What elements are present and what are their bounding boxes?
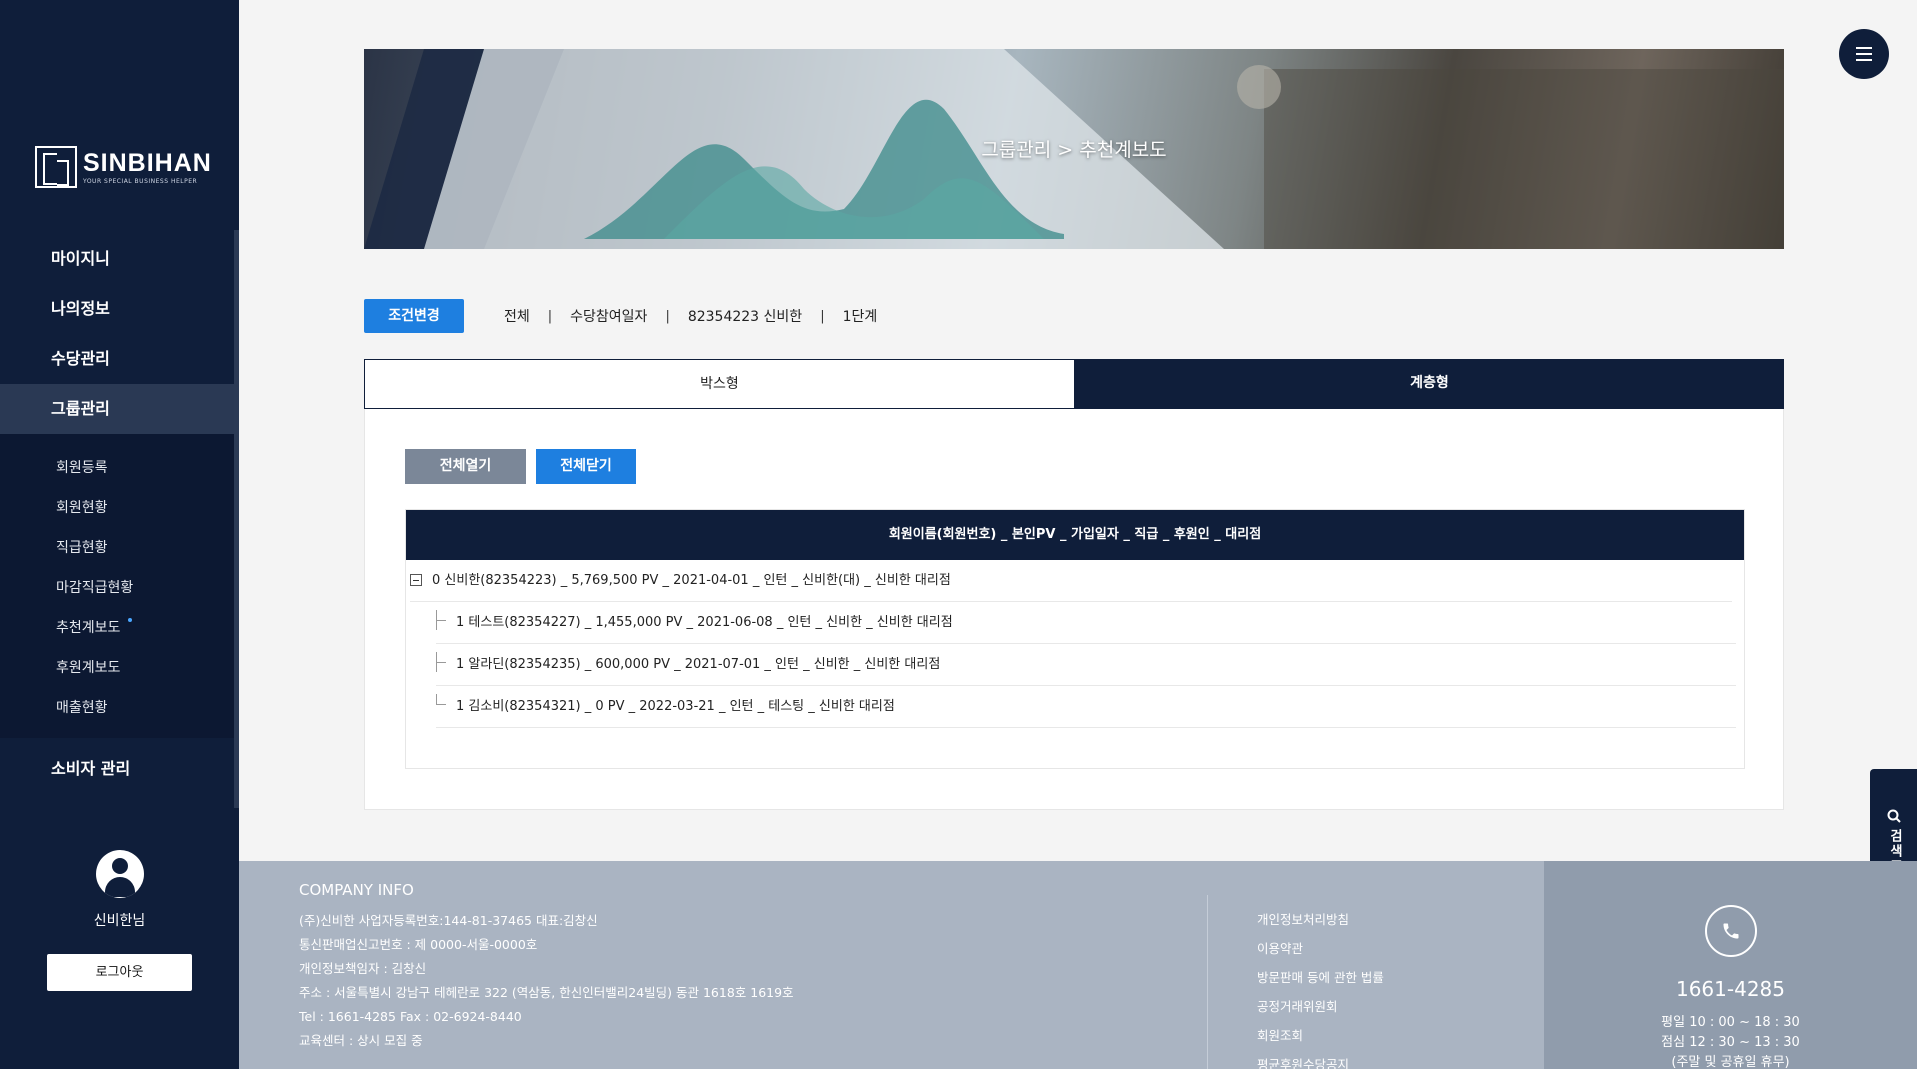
active-dot-icon [128, 618, 132, 622]
privacy-policy-link[interactable]: 개인정보처리방침 [1257, 905, 1384, 934]
member-lookup-link[interactable]: 회원조회 [1257, 1021, 1384, 1050]
logout-button[interactable]: 로그아웃 [47, 954, 192, 991]
submenu-rank-status[interactable]: 직급현황 [0, 528, 234, 568]
tree-row[interactable]: 1 알라딘(82354235) _ 600,000 PV _ 2021-07-0… [436, 644, 1736, 686]
submenu-sponsor-tree[interactable]: 후원계보도 [0, 648, 234, 688]
submenu-sales-status[interactable]: 매출현황 [0, 688, 234, 728]
footer-links: 개인정보처리방침 이용약관 방문판매 등에 관한 법률 공정거래위원회 회원조회… [1257, 905, 1384, 1069]
company-info: COMPANY INFO (주)신비한 사업자등록번호:144-81-37465… [299, 881, 794, 1053]
phone-icon [1704, 905, 1757, 957]
member-tree: 회원이름(회원번호) _ 본인PV _ 가입일자 _ 직급 _ 후원인 _ 대리… [405, 509, 1745, 769]
view-tabs: 박스형 계층형 [364, 359, 1784, 409]
filter-scope: 전체 [504, 309, 530, 325]
terms-link[interactable]: 이용약관 [1257, 934, 1384, 963]
sidebar-item-consumer[interactable]: 소비자 관리 [0, 744, 234, 794]
sidebar-scrollbar[interactable] [234, 230, 239, 808]
company-line: Tel : 1661-4285 Fax : 02-6924-8440 [299, 1009, 522, 1024]
submenu-member-status[interactable]: 회원현황 [0, 488, 234, 528]
company-line: 주소 : 서울특별시 강남구 테헤란로 322 (역삼동, 한신인터밸리24빌딩… [299, 985, 794, 1000]
customer-center: 1661-4285 평일 10 : 00 ~ 18 : 30 점심 12 : 3… [1544, 861, 1917, 1069]
filter-depth: 1단계 [842, 309, 878, 325]
logo-icon [35, 146, 77, 188]
filter-member: 82354223 신비한 [687, 309, 803, 325]
expand-all-button[interactable]: 전체열기 [405, 449, 526, 484]
brand-name: SINBIHAN [83, 148, 212, 177]
submenu-closing-rank-status[interactable]: 마감직급현황 [0, 568, 234, 608]
company-line: (주)신비한 사업자등록번호:144-81-37465 대표:김창신 [299, 913, 598, 928]
user-name: 신비한님 [93, 913, 146, 929]
user-profile: 신비한님 로그아웃 [0, 850, 239, 991]
hamburger-icon [1856, 47, 1872, 49]
door-to-door-law-link[interactable]: 방문판매 등에 관한 법률 [1257, 963, 1384, 992]
tree-row[interactable]: 1 테스트(82354227) _ 1,455,000 PV _ 2021-06… [436, 602, 1736, 644]
page-banner: 그룹관리 > 추천계보도 [364, 49, 1784, 249]
tree-branch-icon [436, 651, 448, 672]
company-line: 교육센터 : 상시 모집 중 [299, 1033, 423, 1048]
cs-phone-number: 1661-4285 [1675, 977, 1785, 1001]
collapse-toggle-icon[interactable] [410, 573, 422, 586]
tree-branch-icon [436, 609, 448, 630]
tree-row-text: 1 알라딘(82354235) _ 600,000 PV _ 2021-07-0… [456, 657, 941, 672]
avatar-icon [95, 850, 144, 898]
sidebar-submenu: 회원등록 회원현황 직급현황 마감직급현황 추천계보도 후원계보도 매출현황 [0, 434, 234, 738]
fair-trade-link[interactable]: 공정거래위원회 [1257, 992, 1384, 1021]
average-allowance-link[interactable]: 평균후원수당공지 [1257, 1050, 1384, 1069]
tree-header: 회원이름(회원번호) _ 본인PV _ 가입일자 _ 직급 _ 후원인 _ 대리… [406, 510, 1744, 560]
collapse-all-button[interactable]: 전체닫기 [536, 449, 636, 484]
sidebar-item-myzini[interactable]: 마이지니 [0, 234, 234, 284]
filter-separator: | [820, 308, 825, 324]
sidebar: SINBIHAN YOUR SPECIAL BUSINESS HELPER 마이… [0, 0, 239, 1069]
change-condition-button[interactable]: 조건변경 [364, 299, 464, 333]
cs-hours-lunch: 점심 12 : 30 ~ 13 : 30 [1661, 1035, 1800, 1050]
sidebar-item-allowance[interactable]: 수당관리 [0, 334, 234, 384]
tab-box-view[interactable]: 박스형 [364, 359, 1075, 409]
sidebar-item-myinfo[interactable]: 나의정보 [0, 284, 234, 334]
submenu-recommend-tree[interactable]: 추천계보도 [0, 608, 234, 648]
company-line: 개인정보책임자 : 김창신 [299, 961, 427, 976]
tree-row-text: 1 김소비(82354321) _ 0 PV _ 2022-03-21 _ 인턴… [456, 699, 895, 714]
tree-row-text: 0 신비한(82354223) _ 5,769,500 PV _ 2021-04… [432, 573, 951, 588]
footer-divider [1207, 895, 1208, 1069]
tree-panel: 전체열기 전체닫기 회원이름(회원번호) _ 본인PV _ 가입일자 _ 직급 … [364, 409, 1784, 810]
cs-hours-holiday: (주말 및 공휴일 휴무) [1671, 1055, 1790, 1069]
sidebar-item-group[interactable]: 그룹관리 [0, 384, 234, 434]
submenu-member-register[interactable]: 회원등록 [0, 448, 234, 488]
brand-tagline: YOUR SPECIAL BUSINESS HELPER [83, 177, 198, 185]
company-line: 통신판매업신고번호 : 제 0000-서울-0000호 [299, 937, 538, 952]
sidebar-nav: 마이지니 나의정보 수당관리 그룹관리 회원등록 회원현황 직급현황 마감직급현… [0, 234, 234, 794]
submenu-recommend-tree-label: 추천계보도 [56, 620, 121, 636]
tree-branch-end-icon [436, 693, 448, 714]
tree-row[interactable]: 0 신비한(82354223) _ 5,769,500 PV _ 2021-04… [410, 560, 1732, 602]
filter-bar: 조건변경 전체 | 수당참여일자 | 82354223 신비한 | 1단계 [364, 299, 877, 333]
filter-separator: | [665, 308, 670, 324]
logo[interactable]: SINBIHAN YOUR SPECIAL BUSINESS HELPER [35, 146, 212, 188]
search-icon [1887, 809, 1901, 823]
cs-hours-weekday: 평일 10 : 00 ~ 18 : 30 [1661, 1015, 1800, 1030]
tree-row[interactable]: 1 김소비(82354321) _ 0 PV _ 2022-03-21 _ 인턴… [436, 686, 1736, 728]
menu-button[interactable] [1839, 29, 1889, 79]
tab-hierarchy-view[interactable]: 계층형 [1075, 359, 1784, 409]
breadcrumb: 그룹관리 > 추천계보도 [981, 139, 1167, 161]
filter-date-type: 수당참여일자 [570, 309, 648, 325]
tree-row-text: 1 테스트(82354227) _ 1,455,000 PV _ 2021-06… [456, 615, 953, 630]
filter-separator: | [547, 308, 553, 324]
company-info-title: COMPANY INFO [299, 881, 414, 899]
footer: COMPANY INFO (주)신비한 사업자등록번호:144-81-37465… [239, 861, 1917, 1069]
